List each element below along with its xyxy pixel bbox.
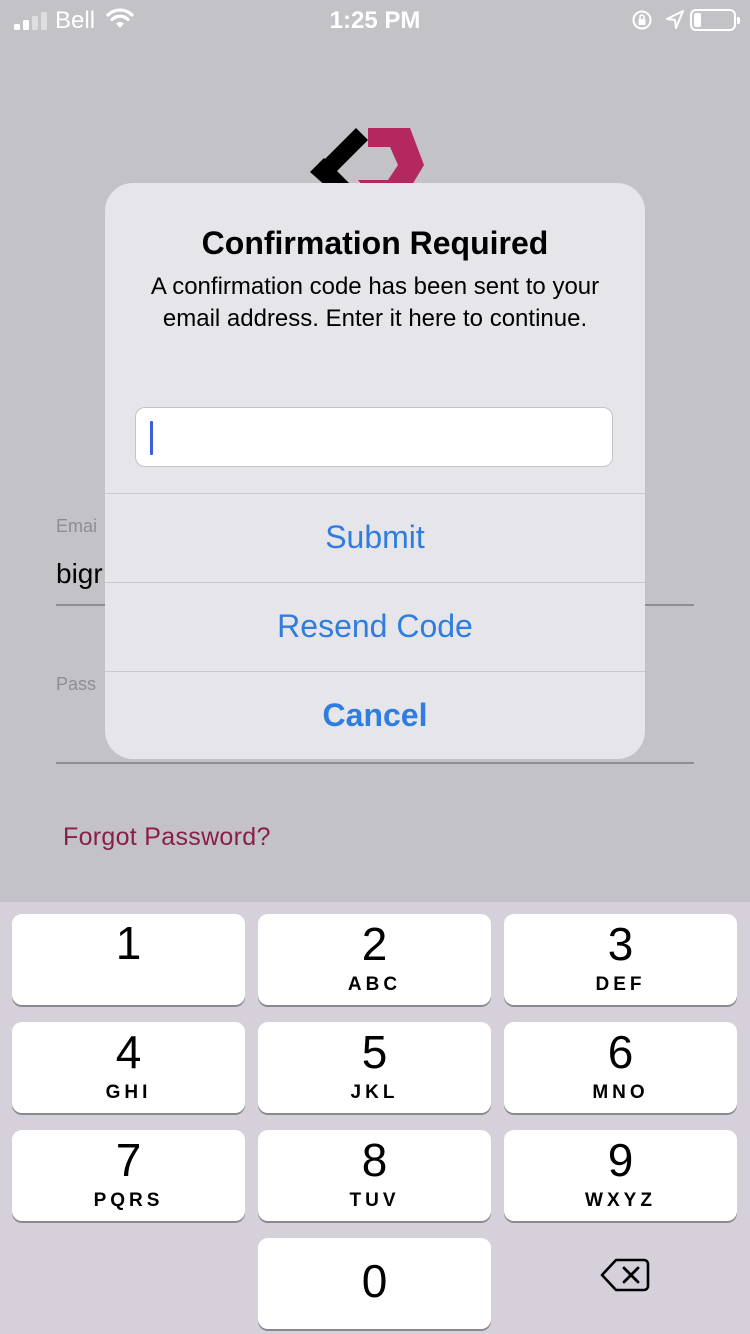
key-digit: 8: [361, 1134, 388, 1186]
text-caret: [150, 421, 153, 455]
key-4[interactable]: 4 GHI: [12, 1022, 245, 1113]
key-letters: DEF: [595, 974, 646, 995]
key-8[interactable]: 8 TUV: [258, 1130, 491, 1221]
confirmation-alert: Confirmation Required A confirmation cod…: [105, 183, 645, 759]
email-label: Emai: [56, 516, 98, 536]
key-digit: 9: [607, 1134, 634, 1186]
key-2[interactable]: 2 ABC: [258, 914, 491, 1005]
key-7[interactable]: 7 PQRS: [12, 1130, 245, 1221]
key-digit: 1: [115, 917, 142, 969]
key-digit: 2: [361, 918, 388, 970]
key-6[interactable]: 6 MNO: [504, 1022, 737, 1113]
forgot-password-link[interactable]: Forgot Password?: [63, 823, 271, 852]
key-digit: 5: [361, 1026, 388, 1078]
key-letters: WXYZ: [585, 1190, 656, 1211]
key-letters: MNO: [592, 1082, 649, 1103]
key-letters: PQRS: [93, 1190, 164, 1211]
key-9[interactable]: 9 WXYZ: [504, 1130, 737, 1221]
key-letters: GHI: [105, 1082, 152, 1103]
cancel-button[interactable]: Cancel: [105, 671, 645, 759]
password-label: Pass: [56, 674, 97, 694]
backspace-key[interactable]: [600, 1258, 650, 1297]
key-letters: TUV: [349, 1190, 400, 1211]
key-5[interactable]: 5 JKL: [258, 1022, 491, 1113]
confirmation-code-input[interactable]: [135, 407, 613, 467]
key-digit: 0: [361, 1255, 388, 1307]
status-bar: Bell 1:25 PM: [0, 0, 750, 40]
location-icon: [665, 9, 685, 36]
key-1[interactable]: 1: [12, 914, 245, 1005]
email-field[interactable]: bigr: [56, 558, 103, 590]
submit-button[interactable]: Submit: [105, 493, 645, 581]
key-digit: 6: [607, 1026, 634, 1078]
resend-code-button[interactable]: Resend Code: [105, 582, 645, 670]
key-3[interactable]: 3 DEF: [504, 914, 737, 1005]
alert-message: A confirmation code has been sent to you…: [150, 273, 600, 332]
key-letters: JKL: [350, 1082, 399, 1103]
orientation-lock-icon: [631, 9, 653, 36]
battery-icon: [690, 9, 740, 31]
key-digit: 7: [115, 1134, 142, 1186]
key-digit: 4: [115, 1026, 142, 1078]
key-digit: 3: [607, 918, 634, 970]
alert-title: Confirmation Required: [201, 225, 549, 261]
password-field[interactable]: [56, 762, 694, 764]
key-letters: ABC: [347, 974, 402, 995]
key-0[interactable]: 0: [258, 1238, 491, 1329]
backspace-icon: [600, 1258, 650, 1292]
